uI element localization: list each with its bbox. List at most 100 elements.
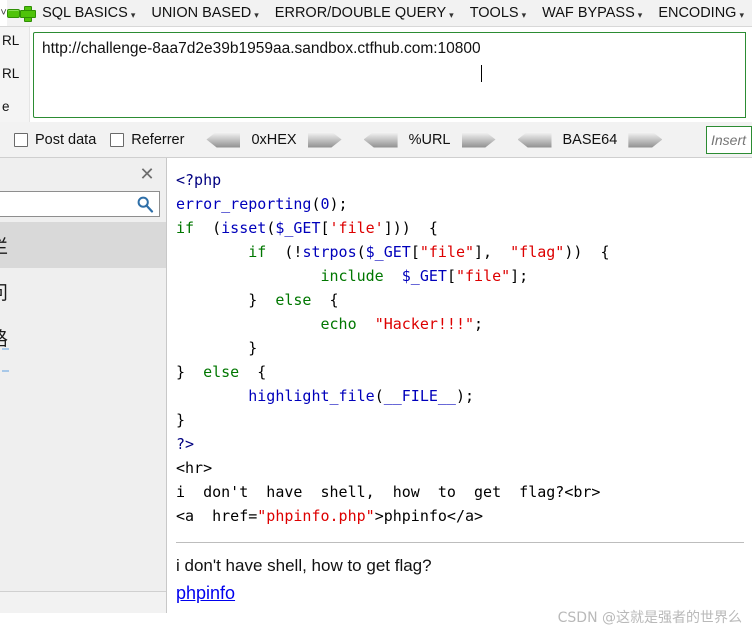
code-line: if (isset($_GET['file'])) { — [176, 216, 752, 240]
menu-item-waf-bypass[interactable]: WAF BYPASS ▾ — [534, 0, 650, 26]
code-line: include $_GET["file"]; — [176, 264, 752, 288]
phpinfo-link[interactable]: phpinfo — [168, 583, 235, 604]
code-token: "flag" — [510, 243, 565, 261]
side-panel: ✕ 栏 问 路 — [0, 158, 167, 613]
code-token: >phpinfo</a> — [374, 507, 484, 525]
menu-item-tools[interactable]: TOOLS ▾ — [462, 0, 534, 26]
url-row: RL RL e — [0, 27, 752, 122]
post-data-checkbox-wrap[interactable]: Post data — [14, 132, 96, 148]
top-menubar: ˅ SQL BASICS ▾ UNION BASED ▾ ERROR/DOUBL… — [0, 0, 752, 27]
encoder-base64-label: BASE64 — [562, 131, 618, 148]
insert-input[interactable] — [706, 126, 752, 154]
code-line: <a href="phpinfo.php">phpinfo</a> — [176, 504, 752, 528]
chevron-down-icon: ▾ — [521, 9, 527, 20]
code-token: error_reporting — [176, 195, 312, 213]
menu-item-sql-basics[interactable]: SQL BASICS ▾ — [34, 0, 143, 26]
referrer-label: Referrer — [131, 131, 185, 148]
list-item-label: 路 — [0, 324, 8, 351]
referrer-checkbox[interactable] — [110, 132, 125, 147]
referrer-checkbox-wrap[interactable]: Referrer — [110, 132, 184, 148]
code-token: )) { — [564, 243, 610, 261]
arrow-right-icon[interactable] — [307, 131, 342, 148]
app-window: ˅ SQL BASICS ▾ UNION BASED ▾ ERROR/DOUBL… — [0, 0, 752, 635]
code-token: echo — [320, 315, 357, 333]
search-icon[interactable] — [136, 195, 154, 213]
url-side-labels: RL RL e — [0, 27, 30, 122]
search-input[interactable] — [0, 192, 129, 216]
post-data-label: Post data — [35, 131, 97, 148]
list-item[interactable]: 栏 — [0, 222, 166, 268]
list-item[interactable]: 问 — [0, 268, 166, 314]
green-plus-icon[interactable] — [20, 0, 37, 26]
arrow-left-icon[interactable] — [363, 131, 398, 148]
arrow-right-icon[interactable] — [628, 131, 663, 148]
code-token: ]; — [510, 267, 529, 285]
post-data-checkbox[interactable] — [14, 132, 28, 147]
code-line: <?php — [176, 168, 752, 192]
menu-item-union-based[interactable]: UNION BASED ▾ — [143, 0, 266, 26]
chevron-down-icon: ▾ — [739, 9, 744, 20]
output-text: i don't have shell, how to get flag? — [176, 556, 432, 575]
code-token: ( — [311, 195, 321, 213]
code-line: i don't have shell, how to get flag?<br> — [176, 480, 752, 504]
menu-item-error-double-query[interactable]: ERROR/DOUBLE QUERY ▾ — [267, 0, 462, 26]
menu-item-label: ERROR/DOUBLE QUERY — [274, 5, 447, 21]
url-side-label-1: RL — [2, 33, 20, 48]
close-icon[interactable]: ✕ — [136, 163, 158, 185]
menu-item-label: SQL BASICS — [42, 5, 128, 21]
code-line: highlight_file(__FILE__); — [176, 384, 752, 408]
encoder-url-group: %URL — [363, 131, 496, 148]
url-side-label-3: e — [2, 99, 10, 114]
code-token: ( — [266, 219, 276, 237]
chevron-down-icon: ▾ — [449, 9, 454, 20]
csdn-watermark: CSDN @这就是强者的世界么 — [557, 610, 742, 626]
code-token: include — [320, 267, 384, 285]
code-token: i don't have shell, how to get flag?<br> — [176, 483, 601, 501]
url-input[interactable] — [33, 32, 746, 118]
code-token: ; — [474, 315, 484, 333]
code-token: <hr> — [176, 459, 213, 477]
code-token: ( — [194, 219, 222, 237]
code-line: } — [176, 408, 752, 432]
code-token: ( — [356, 243, 366, 261]
code-token: __FILE__ — [383, 387, 456, 405]
code-token: <?php — [176, 171, 222, 189]
code-token: [ — [446, 267, 456, 285]
arrow-right-icon[interactable] — [461, 131, 496, 148]
menu-item-label: UNION BASED — [151, 5, 252, 21]
code-token: highlight_file — [248, 387, 375, 405]
url-side-label-2: RL — [2, 66, 20, 81]
list-rule-decoration — [2, 370, 9, 372]
chevron-down-icon[interactable]: ˅ — [0, 0, 8, 26]
code-token: } — [176, 291, 276, 309]
code-line: <hr> — [176, 456, 752, 480]
code-token: if — [248, 243, 267, 261]
code-token: 'file' — [329, 219, 384, 237]
arrow-left-icon[interactable] — [206, 131, 241, 148]
menu-item-label: ENCODING — [658, 5, 737, 21]
side-panel-statusbar — [0, 591, 166, 613]
code-token: else — [203, 363, 240, 381]
encoder-base64-group: BASE64 — [517, 131, 663, 148]
arrow-left-icon[interactable] — [517, 131, 552, 148]
green-minus-icon[interactable] — [7, 0, 21, 26]
php-source-code: <?php error_reporting(0); if (isset($_GET[… — [168, 158, 752, 528]
options-row: Post data Referrer 0xHEX %URL BASE64 — [0, 122, 752, 158]
code-line: } else { — [176, 288, 752, 312]
chevron-down-icon: ▾ — [637, 9, 643, 20]
code-token: "phpinfo.php" — [257, 507, 375, 525]
code-token: } — [176, 363, 204, 381]
search-box[interactable] — [0, 191, 160, 217]
code-token: <a href= — [176, 507, 258, 525]
list-item[interactable]: 路 — [0, 314, 166, 360]
code-token: ], — [474, 243, 511, 261]
chevron-down-icon: ▾ — [130, 9, 136, 20]
menu-item-encoding[interactable]: ENCODING ▾ — [650, 0, 752, 26]
code-token: 0 — [320, 195, 330, 213]
code-line: error_reporting(0); — [176, 192, 752, 216]
text-cursor — [480, 65, 482, 82]
